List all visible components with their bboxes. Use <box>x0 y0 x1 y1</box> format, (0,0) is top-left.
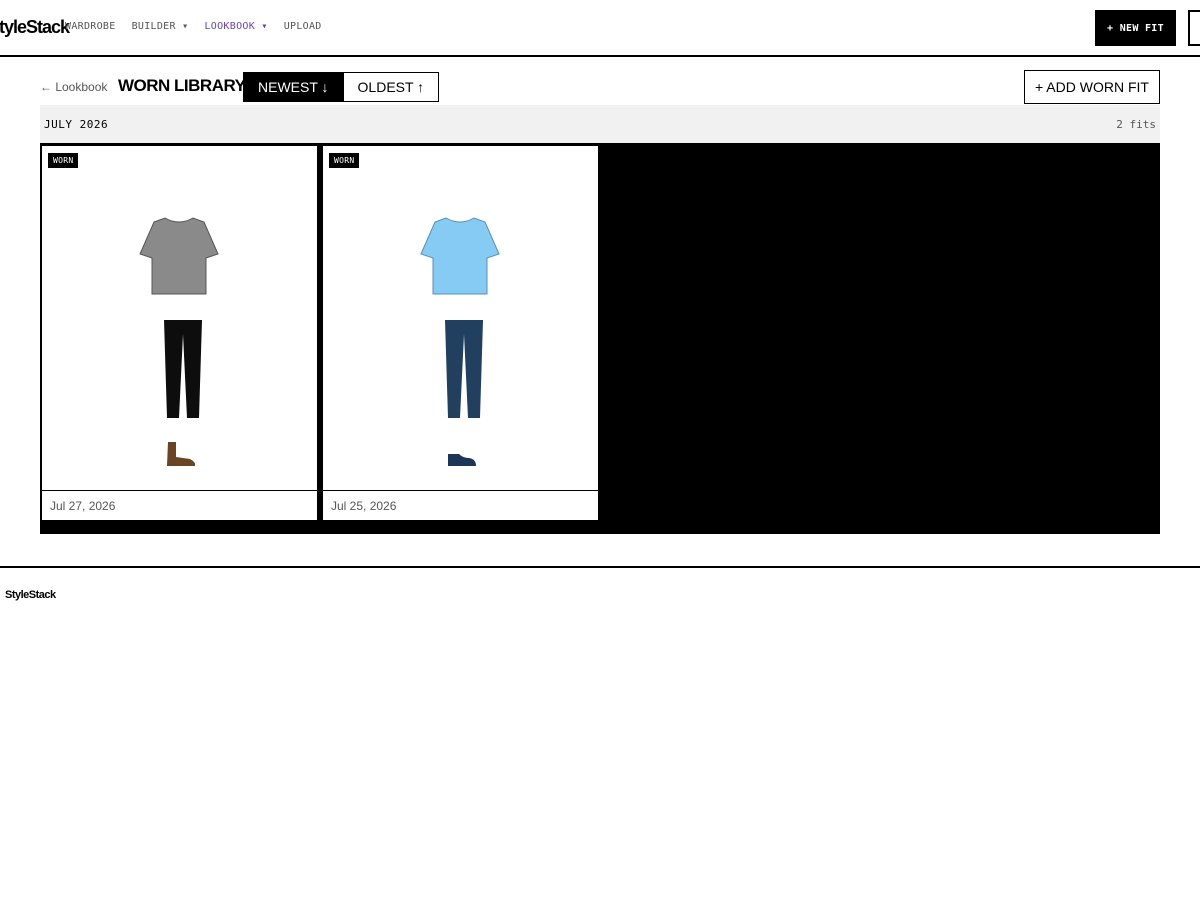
new-fit-button[interactable]: + NEW FIT <box>1095 10 1176 46</box>
fit-count: 2 fits <box>1116 118 1156 131</box>
back-to-lookbook-link[interactable]: ← Lookbook <box>40 80 107 94</box>
worn-date: Jul 27, 2026 <box>50 499 116 513</box>
account-button[interactable] <box>1188 10 1200 46</box>
trousers-icon <box>164 320 202 418</box>
tshirt-icon <box>139 217 219 295</box>
card-footer: Jul 25, 2026 <box>323 490 598 520</box>
sneaker-icon <box>448 454 476 466</box>
outfit-preview <box>420 217 500 466</box>
worn-date: Jul 25, 2026 <box>331 499 397 513</box>
nav-item-upload[interactable]: UPLOAD <box>284 21 322 32</box>
add-worn-fit-button[interactable]: + ADD WORN FIT <box>1024 70 1160 104</box>
page-title: WORN LIBRARY <box>118 76 246 95</box>
card-footer: Jul 27, 2026 <box>42 490 317 520</box>
top-nav-bar: StyleStack WARDROBE BUILDER ▾ LOOKBOOK ▾… <box>0 0 1200 57</box>
boot-icon <box>167 442 196 466</box>
fit-card[interactable]: WORN Jul 25, 2026 <box>322 145 599 521</box>
nav-item-lookbook[interactable]: LOOKBOOK ▾ <box>204 21 267 32</box>
fit-grid: WORN Jul 27, 2026 WORN Jul 25, 2026 <box>40 143 1160 534</box>
fit-card[interactable]: WORN Jul 27, 2026 <box>41 145 318 521</box>
month-label: JULY 2026 <box>44 118 109 131</box>
month-group-header: JULY 2026 2 fits <box>40 105 1160 143</box>
footer-logo[interactable]: StyleStack <box>5 589 56 601</box>
worn-badge: WORN <box>48 153 79 168</box>
sort-toggle: NEWEST ↓ OLDEST ↑ <box>243 72 440 102</box>
logo[interactable]: StyleStack <box>0 17 70 38</box>
sort-newest-button[interactable]: NEWEST ↓ <box>244 73 343 101</box>
footer-divider <box>0 566 1200 568</box>
tshirt-icon <box>420 217 500 295</box>
main-nav: WARDROBE BUILDER ▾ LOOKBOOK ▾ UPLOAD <box>65 21 338 32</box>
sort-oldest-button[interactable]: OLDEST ↑ <box>342 73 439 101</box>
nav-item-wardrobe[interactable]: WARDROBE <box>65 21 116 32</box>
outfit-preview <box>139 217 219 466</box>
nav-item-builder[interactable]: BUILDER ▾ <box>132 21 189 32</box>
trousers-icon <box>445 320 483 418</box>
worn-badge: WORN <box>329 153 360 168</box>
